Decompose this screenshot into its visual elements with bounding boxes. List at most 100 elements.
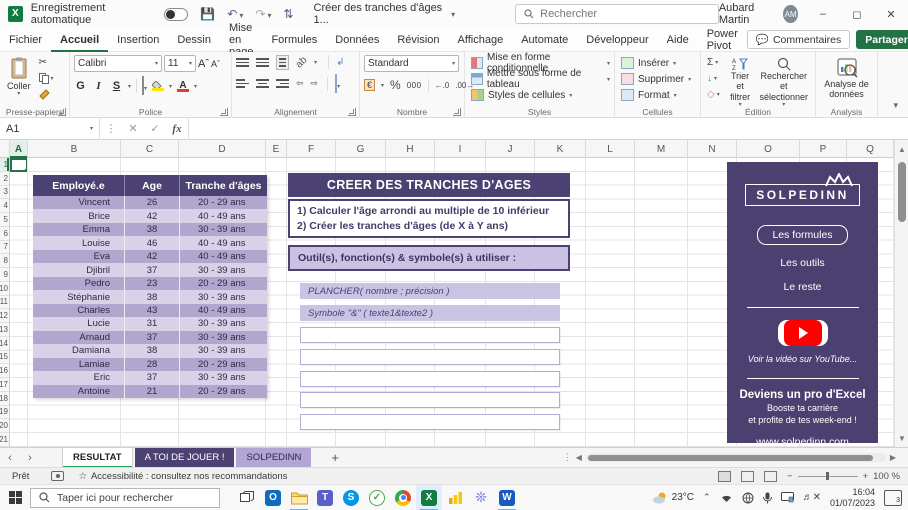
collapse-ribbon-icon[interactable]: ▾ — [893, 100, 898, 111]
align-right-icon[interactable] — [276, 79, 289, 88]
merge-center-icon[interactable]: ▾ — [335, 73, 340, 93]
horizontal-scroll-thumb[interactable] — [587, 454, 873, 461]
language-icon[interactable] — [742, 492, 754, 504]
row-header-5[interactable]: 5 — [0, 213, 9, 227]
autosum-icon[interactable]: Σ ▾ — [705, 55, 722, 70]
orientation-icon[interactable]: ab — [294, 54, 310, 70]
add-sheet-button[interactable]: + — [331, 450, 339, 465]
table-row[interactable]: Eva 42 40 - 49 ans — [33, 249, 267, 264]
row-header-11[interactable]: 11 — [0, 296, 9, 310]
reste-link[interactable]: Le reste — [784, 281, 822, 293]
minimize-button[interactable]: – — [806, 0, 840, 28]
column-header-P[interactable]: P — [800, 140, 847, 158]
table-row[interactable]: Charles 43 40 - 49 ans — [33, 303, 267, 318]
ribbon-tab-power-pivot[interactable]: Power Pivot — [698, 28, 747, 52]
underline-menu-icon[interactable]: ▾ — [128, 83, 131, 90]
ribbon-tab-formules[interactable]: Formules — [262, 28, 326, 52]
table-row[interactable]: Antoine 21 20 - 29 ans — [33, 384, 267, 399]
row-header-19[interactable]: 19 — [0, 406, 9, 420]
sheet-tab-solpedinn[interactable]: SOLPEDINN — [236, 447, 312, 468]
prev-sheet-icon[interactable]: ‹ — [0, 452, 20, 464]
column-header-E[interactable]: E — [266, 140, 287, 158]
zoom-out-icon[interactable]: − — [787, 471, 793, 482]
taskbar-search-input[interactable]: Taper ici pour rechercher — [30, 487, 220, 508]
table-row[interactable]: Louise 46 40 - 49 ans — [33, 236, 267, 250]
table-row[interactable]: Damiana 38 30 - 39 ans — [33, 344, 267, 358]
alignment-dialog-launcher[interactable] — [348, 108, 356, 116]
number-format-select[interactable]: Standard ▾ — [364, 55, 459, 72]
excel-app-icon[interactable] — [8, 6, 23, 22]
ribbon-tab-révision[interactable]: Révision — [388, 28, 448, 52]
fill-color-icon[interactable] — [152, 81, 165, 91]
column-headers[interactable]: ABCDEFGHIJKLMNOPQ — [0, 140, 894, 158]
hscroll-left-icon[interactable]: ◀ — [576, 453, 582, 462]
volume-muted-icon[interactable]: ♬✕ — [803, 492, 821, 503]
underline-button[interactable]: S — [110, 80, 123, 92]
table-row[interactable]: Pedro 23 20 - 29 ans — [33, 276, 267, 291]
row-header-6[interactable]: 6 — [0, 227, 9, 241]
bold-button[interactable]: G — [74, 80, 87, 92]
ribbon-tab-mise-en-page[interactable]: Mise en page — [220, 22, 262, 58]
titlebar-search-input[interactable]: Rechercher — [515, 4, 719, 24]
column-header-M[interactable]: M — [635, 140, 688, 158]
format-cells-button[interactable]: Format ▾ — [621, 87, 696, 103]
sheet-tab-a-toi-de-jouer-[interactable]: A TOI DE JOUER ! — [134, 447, 235, 468]
undo-icon[interactable]: ↶ ▾ — [227, 7, 243, 21]
column-header-J[interactable]: J — [486, 140, 535, 158]
taskbar-app-green[interactable]: ✓ — [364, 485, 390, 510]
column-header-N[interactable]: N — [688, 140, 737, 158]
close-button[interactable]: ✕ — [874, 0, 908, 28]
row-header-2[interactable]: 2 — [0, 172, 9, 186]
taskbar-skype[interactable]: S — [338, 485, 364, 510]
formules-button[interactable]: Les formules — [757, 225, 848, 245]
clear-icon[interactable]: ◇ ▾ — [705, 87, 722, 102]
task-view-button[interactable] — [234, 485, 260, 510]
ribbon-tab-données[interactable]: Données — [326, 28, 388, 52]
find-select-button[interactable]: Rechercher et sélectionner ▾ — [756, 55, 811, 111]
formula-input[interactable] — [188, 117, 908, 140]
row-header-7[interactable]: 7 — [0, 241, 9, 255]
column-header-H[interactable]: H — [386, 140, 435, 158]
taskbar-explorer[interactable] — [286, 485, 312, 510]
accessibility-status[interactable]: Accessibilité : consultez nos recommanda… — [91, 471, 287, 482]
table-row[interactable]: Lucie 31 30 - 39 ans — [33, 317, 267, 331]
autosave-toggle[interactable] — [164, 7, 189, 21]
share-button[interactable]: Partager ▾ — [856, 30, 908, 49]
taskbar-teams[interactable]: T — [312, 485, 338, 510]
save-icon[interactable]: 💾 — [200, 7, 215, 21]
ribbon-tab-accueil[interactable]: Accueil — [51, 28, 108, 52]
scroll-up-icon[interactable]: ▲ — [895, 142, 908, 156]
align-top-icon[interactable] — [236, 58, 249, 67]
quick-access-icon[interactable]: ⇅ — [283, 7, 293, 21]
sheet-tab-resultat[interactable]: RESULTAT — [62, 447, 133, 468]
select-all-corner[interactable] — [0, 140, 10, 157]
table-row[interactable]: Arnaud 37 30 - 39 ans — [33, 330, 267, 345]
align-left-icon[interactable] — [236, 79, 249, 88]
format-painter-icon[interactable] — [37, 87, 56, 102]
comments-button[interactable]: 💬 Commentaires — [746, 30, 851, 49]
italic-button[interactable]: I — [92, 80, 105, 92]
document-title[interactable]: Créer des tranches d'âges 1... — [314, 2, 450, 26]
taskbar-word[interactable]: W — [494, 485, 520, 510]
column-header-K[interactable]: K — [535, 140, 586, 158]
row-header-13[interactable]: 13 — [0, 323, 9, 337]
column-header-I[interactable]: I — [435, 140, 486, 158]
clock[interactable]: 16:04 01/07/2023 — [830, 487, 875, 509]
row-header-20[interactable]: 20 — [0, 419, 9, 433]
paste-button[interactable]: Coller ▾ — [4, 55, 34, 102]
answer-box[interactable] — [300, 414, 560, 430]
column-header-O[interactable]: O — [737, 140, 800, 158]
row-header-8[interactable]: 8 — [0, 254, 9, 268]
currency-icon[interactable]: € — [364, 79, 376, 91]
analyze-data-button[interactable]: Analyse de données — [820, 55, 873, 102]
number-dialog-launcher[interactable] — [453, 108, 461, 116]
row-header-21[interactable]: 21 — [0, 433, 9, 447]
user-name[interactable]: Aubard Martin — [719, 2, 775, 26]
align-center-icon[interactable] — [256, 79, 269, 88]
page-layout-view-icon[interactable] — [740, 470, 754, 482]
zoom-slider[interactable] — [797, 472, 858, 480]
youtube-button[interactable] — [777, 320, 828, 346]
thousands-icon[interactable]: 000 — [407, 81, 422, 90]
outils-link[interactable]: Les outils — [780, 257, 824, 269]
website-link[interactable]: www.solpedinn.com — [756, 436, 849, 448]
